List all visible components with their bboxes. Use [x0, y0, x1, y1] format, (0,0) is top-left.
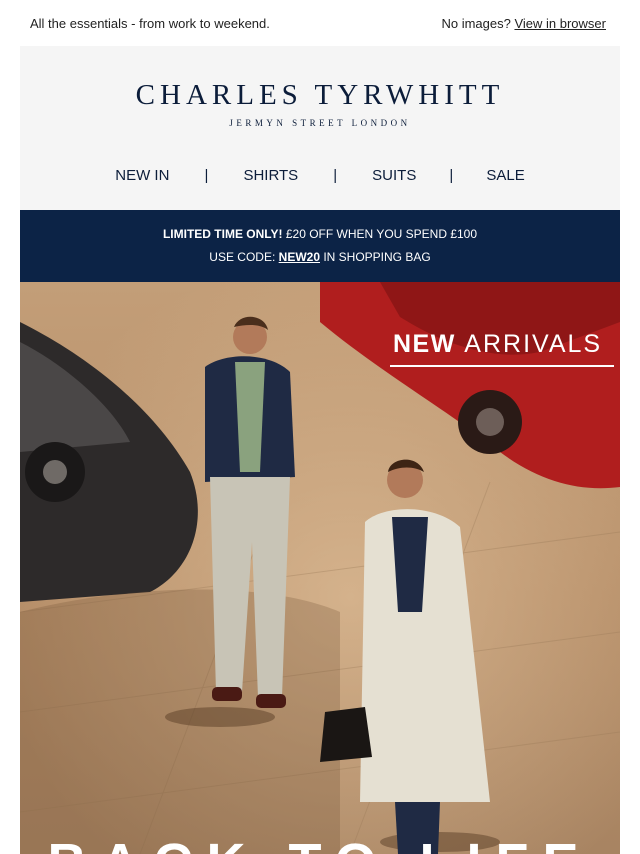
nav-item-shirts[interactable]: SHIRTS: [243, 167, 298, 184]
preheader: All the essentials - from work to weeken…: [0, 0, 640, 46]
promo-line-1: LIMITED TIME ONLY! £20 OFF WHEN YOU SPEN…: [163, 223, 477, 246]
promo-headline: LIMITED TIME ONLY!: [162, 227, 283, 241]
brand-tagline: JERMYN STREET LONDON: [229, 118, 411, 128]
nav-item-new-in[interactable]: NEW IN: [115, 167, 169, 184]
brand-logo[interactable]: CHARLES TYRWHITT JERMYN STREET LONDON: [20, 80, 620, 128]
no-images-label: No images?: [441, 15, 511, 31]
hero-image[interactable]: NEW ARRIVALS BACK TO LIFE: [20, 282, 620, 854]
hero-title-underline: [390, 365, 614, 367]
hero-photo: [20, 282, 620, 854]
nav-separator: |: [333, 167, 338, 184]
view-in-browser-link[interactable]: View in browser: [514, 16, 606, 31]
hero-bottom-headline: BACK TO LIFE: [20, 832, 620, 854]
hero-title-bold: NEW: [393, 330, 456, 358]
promo-banner[interactable]: LIMITED TIME ONLY! £20 OFF WHEN YOU SPEN…: [20, 210, 620, 282]
promo-code[interactable]: NEW20: [279, 250, 320, 264]
promo-line-2: USE CODE: NEW20 IN SHOPPING BAG: [209, 246, 430, 269]
promo-offer: £20 OFF WHEN YOU SPEND £100: [282, 227, 478, 241]
email-body: CHARLES TYRWHITT JERMYN STREET LONDON NE…: [20, 46, 620, 854]
nav-separator: |: [449, 167, 454, 184]
hero-title: NEW ARRIVALS: [393, 330, 602, 359]
hero-title-light: ARRIVALS: [464, 330, 603, 358]
nav-item-sale[interactable]: SALE: [486, 167, 524, 184]
email-header: CHARLES TYRWHITT JERMYN STREET LONDON NE…: [20, 46, 620, 210]
promo-code-prefix: USE CODE:: [209, 250, 279, 264]
promo-code-suffix: IN SHOPPING BAG: [320, 250, 431, 264]
preheader-text: All the essentials - from work to weeken…: [30, 15, 270, 31]
main-nav: NEW IN | SHIRTS | SUITS | SALE: [20, 167, 620, 184]
nav-separator: |: [204, 167, 209, 184]
brand-name: CHARLES TYRWHITT: [135, 79, 505, 111]
nav-item-suits[interactable]: SUITS: [372, 167, 416, 184]
view-online: No images? View in browser: [441, 16, 606, 31]
